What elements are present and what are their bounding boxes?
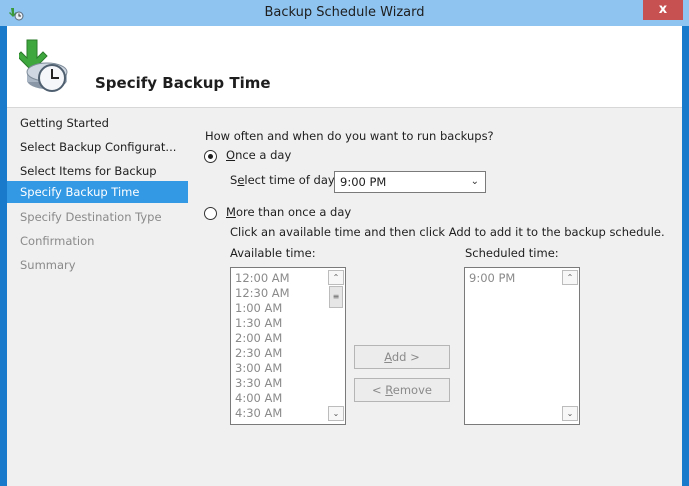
once-access-key: O <box>226 148 236 162</box>
scheduled-time-list[interactable]: 9:00 PM ⌃ ⌄ <box>464 267 580 425</box>
once-a-day-label[interactable]: Once a day <box>226 148 291 162</box>
backup-clock-icon <box>19 39 68 92</box>
sidebar-item-select-backup-configuration[interactable]: Select Backup Configurat... <box>7 136 188 158</box>
more-label-rest: ore than once a day <box>235 205 352 219</box>
scheduled-time-label: Scheduled time: <box>465 246 559 260</box>
wizard-header: Specify Backup Time <box>7 26 682 108</box>
scheduled-scrollbar[interactable]: ⌃ ⌄ <box>562 269 578 423</box>
sidebar-item-specify-destination-type: Specify Destination Type <box>20 210 162 224</box>
scroll-down-icon[interactable]: ⌄ <box>328 406 344 421</box>
list-item[interactable]: 12:00 AM <box>235 272 290 285</box>
title-bar[interactable]: Backup Schedule Wizard x <box>0 0 689 26</box>
list-item[interactable]: 3:30 AM <box>235 377 282 390</box>
once-label-rest: nce a day <box>235 148 292 162</box>
remove-label-rest: emove <box>392 383 432 397</box>
window-title: Backup Schedule Wizard <box>264 5 425 20</box>
list-item[interactable]: 4:00 AM <box>235 392 282 405</box>
chevron-down-icon: ⌄ <box>470 176 479 187</box>
wizard-client-area: Specify Backup Time Getting Started Sele… <box>7 26 682 486</box>
close-button[interactable]: x <box>643 0 683 20</box>
sidebar-item-select-items[interactable]: Select Items for Backup <box>7 160 188 182</box>
list-item[interactable]: 9:00 PM <box>469 272 515 285</box>
sidebar-item-getting-started[interactable]: Getting Started <box>7 112 188 134</box>
once-a-day-radio[interactable] <box>204 150 217 163</box>
available-time-label: Available time: <box>230 246 316 260</box>
more-than-once-label[interactable]: More than once a day <box>226 205 351 219</box>
list-item[interactable]: 2:00 AM <box>235 332 282 345</box>
scroll-down-icon[interactable]: ⌄ <box>562 406 578 421</box>
time-of-day-select[interactable]: 9:00 PM ⌄ <box>334 171 486 193</box>
add-access-key: A <box>384 350 392 364</box>
select-time-label: Select time of day: <box>230 173 338 187</box>
sidebar-item-summary: Summary <box>20 258 76 272</box>
add-label-rest: dd > <box>391 350 420 364</box>
available-time-list[interactable]: 12:00 AM 12:30 AM 1:00 AM 1:30 AM 2:00 A… <box>230 267 346 425</box>
list-item[interactable]: 1:00 AM <box>235 302 282 315</box>
instructions-text: Click an available time and then click A… <box>230 225 665 239</box>
list-item[interactable]: 3:00 AM <box>235 362 282 375</box>
remove-button[interactable]: < Remove <box>354 378 450 402</box>
remove-label-pre: < <box>372 383 386 397</box>
schedule-question: How often and when do you want to run ba… <box>205 129 494 143</box>
list-item[interactable]: 2:30 AM <box>235 347 282 360</box>
time-of-day-value: 9:00 PM <box>340 175 387 189</box>
list-item[interactable]: 12:30 AM <box>235 287 290 300</box>
scroll-thumb[interactable]: ≡ <box>329 286 343 308</box>
wizard-window: Backup Schedule Wizard x Specify Backup … <box>0 0 689 486</box>
wizard-steps-sidebar: Getting Started Select Backup Configurat… <box>7 108 188 486</box>
scroll-up-icon[interactable]: ⌃ <box>562 270 578 285</box>
more-than-once-radio[interactable] <box>204 207 217 220</box>
available-scrollbar[interactable]: ⌃ ≡ ⌄ <box>328 269 344 423</box>
main-panel: How often and when do you want to run ba… <box>188 108 682 486</box>
scroll-up-icon[interactable]: ⌃ <box>328 270 344 285</box>
remove-access-key: R <box>385 383 393 397</box>
list-item[interactable]: 4:30 AM <box>235 407 282 420</box>
sidebar-item-specify-backup-time[interactable]: Specify Backup Time <box>7 181 188 203</box>
select-time-label-rest: lect time of day: <box>244 173 338 187</box>
sidebar-item-confirmation: Confirmation <box>20 234 95 248</box>
more-access-key: M <box>226 205 236 219</box>
add-button[interactable]: Add > <box>354 345 450 369</box>
page-title: Specify Backup Time <box>95 74 271 92</box>
list-item[interactable]: 1:30 AM <box>235 317 282 330</box>
radio-selected-dot <box>208 154 213 159</box>
